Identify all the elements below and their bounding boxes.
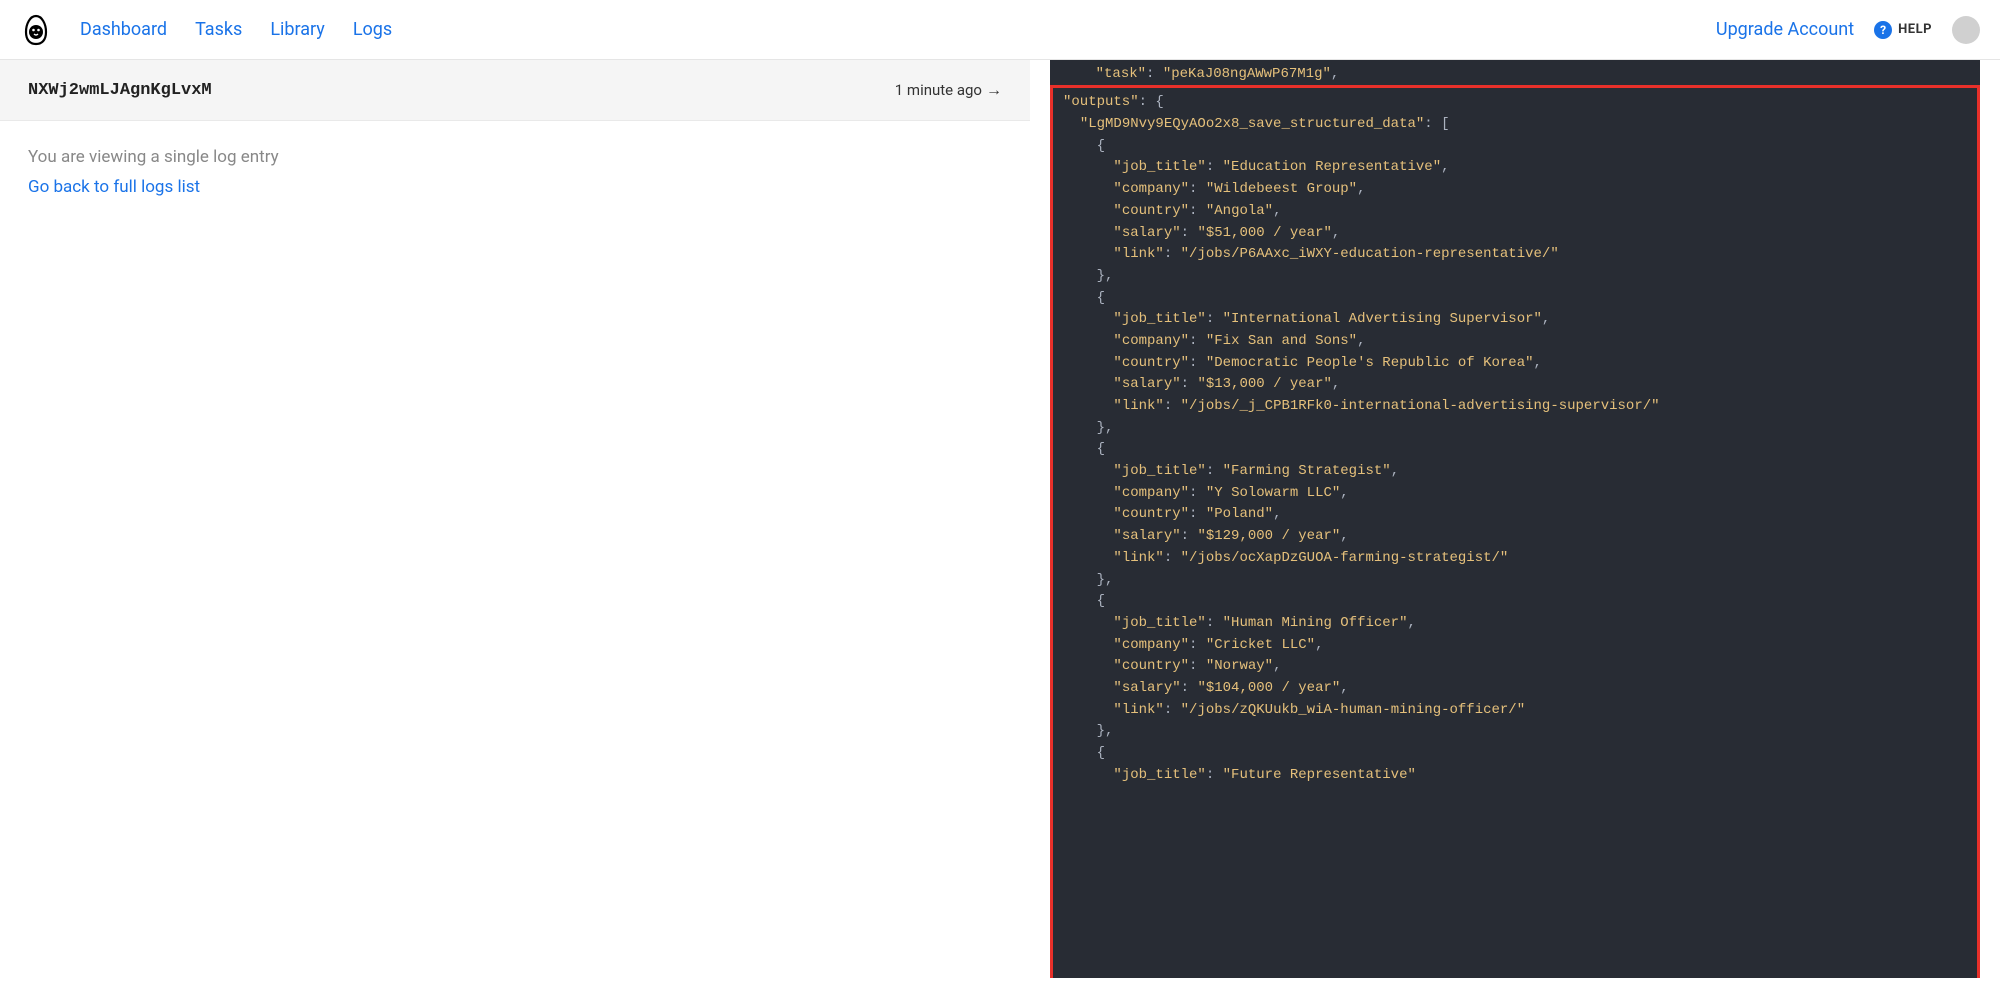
nav-dashboard[interactable]: Dashboard bbox=[80, 19, 167, 40]
left-panel: NXWj2wmLJAgnKgLvxM 1 minute ago → You ar… bbox=[0, 60, 1030, 998]
help-icon: ? bbox=[1874, 21, 1892, 39]
log-time-link[interactable]: 1 minute ago → bbox=[895, 80, 1002, 100]
logo[interactable] bbox=[20, 14, 52, 46]
help-button[interactable]: ? HELP bbox=[1874, 21, 1932, 39]
code-output-highlight: "outputs": { "LgMD9Nvy9EQyAOo2x8_save_st… bbox=[1050, 85, 1980, 978]
nav-library[interactable]: Library bbox=[270, 19, 325, 40]
log-id: NXWj2wmLJAgnKgLvxM bbox=[28, 81, 212, 100]
top-nav: Dashboard Tasks Library Logs Upgrade Acc… bbox=[0, 0, 2000, 60]
log-entry-header: NXWj2wmLJAgnKgLvxM 1 minute ago → bbox=[0, 60, 1030, 121]
nav-logs[interactable]: Logs bbox=[353, 19, 392, 40]
content-area: NXWj2wmLJAgnKgLvxM 1 minute ago → You ar… bbox=[0, 60, 2000, 998]
log-body: You are viewing a single log entry Go ba… bbox=[0, 121, 1030, 223]
help-label: HELP bbox=[1898, 22, 1932, 37]
right-panel: finished_in_seconds : 11, "task": "peKaJ… bbox=[1030, 60, 2000, 998]
code-prelude: finished_in_seconds : 11, "task": "peKaJ… bbox=[1050, 60, 1980, 85]
avatar[interactable] bbox=[1952, 16, 1980, 44]
log-hint-text: You are viewing a single log entry bbox=[28, 147, 1002, 167]
nav-right: Upgrade Account ? HELP bbox=[1716, 16, 1980, 44]
nav-tasks[interactable]: Tasks bbox=[195, 19, 242, 40]
back-to-logs-link[interactable]: Go back to full logs list bbox=[28, 177, 200, 197]
code-container: finished_in_seconds : 11, "task": "peKaJ… bbox=[1050, 60, 1980, 978]
nav-left: Dashboard Tasks Library Logs bbox=[20, 14, 392, 46]
upgrade-account-link[interactable]: Upgrade Account bbox=[1716, 19, 1854, 40]
arrow-right-icon: → bbox=[986, 80, 1002, 100]
log-timestamp: 1 minute ago bbox=[895, 81, 982, 99]
